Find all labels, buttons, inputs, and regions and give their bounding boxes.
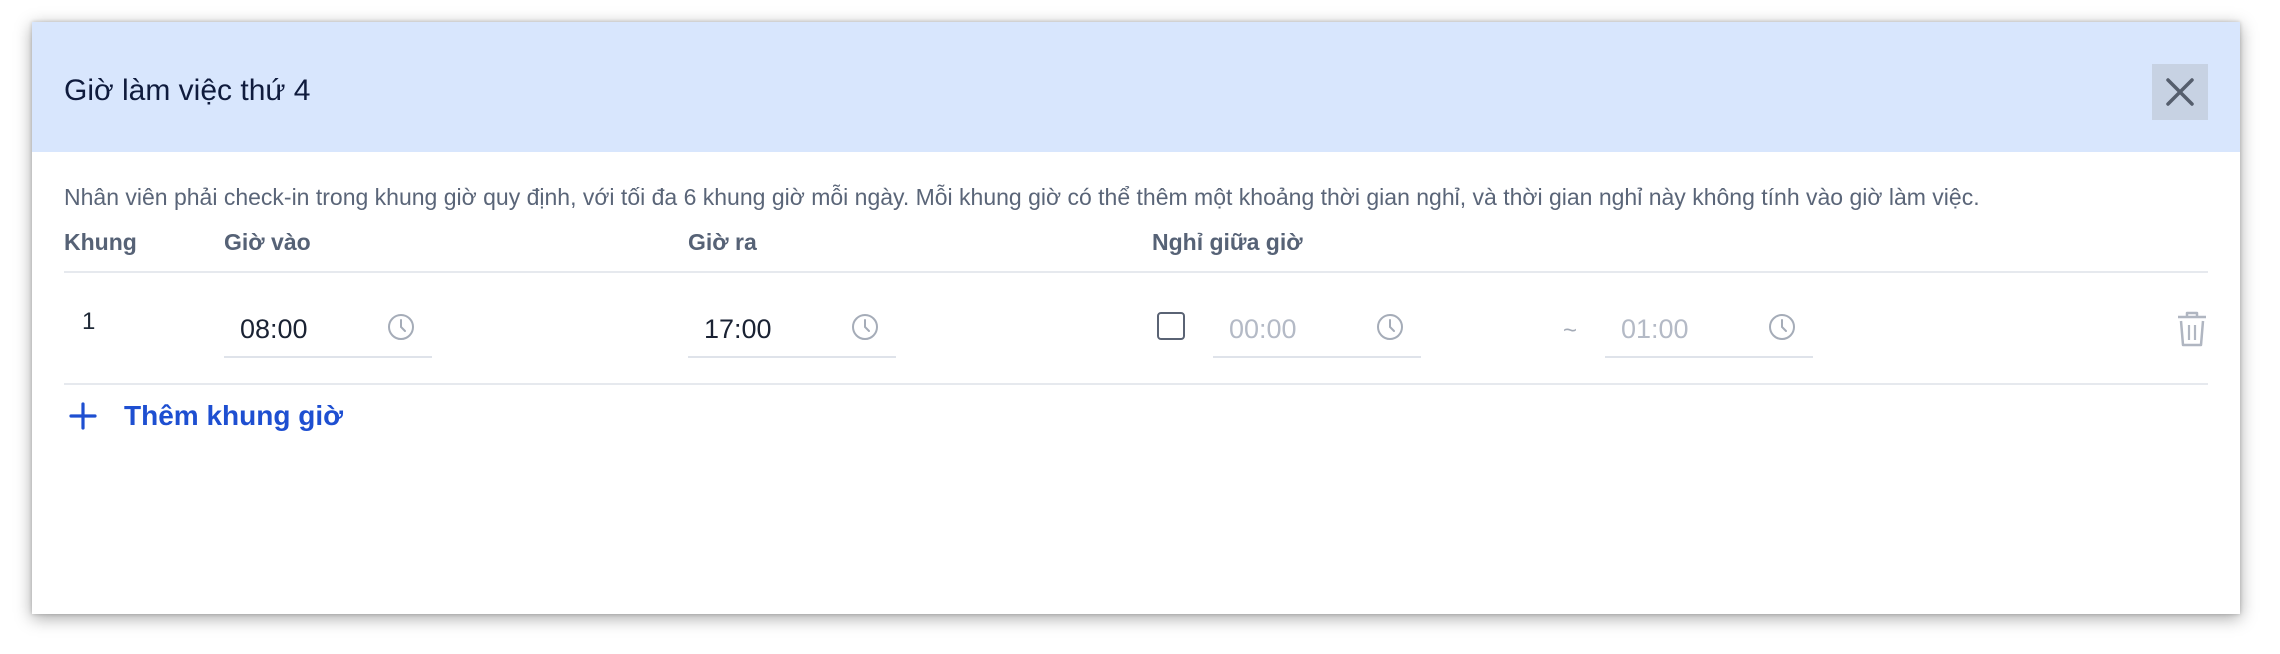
working-hours-dialog: Giờ làm việc thứ 4 Nhân viên phải check-…	[32, 22, 2240, 614]
break-end-time-value: 01:00	[1621, 314, 1689, 344]
break-end-time-picker[interactable]: 01:00	[1605, 310, 1813, 358]
add-frame-label: Thêm khung giờ	[124, 400, 344, 431]
check-in-time-value: 08:00	[240, 314, 308, 344]
header-divider	[64, 271, 2208, 273]
column-header-check-in: Giờ vào	[224, 229, 311, 255]
clock-icon	[1769, 314, 1795, 340]
check-in-time-picker[interactable]: 08:00	[224, 310, 432, 358]
check-out-time-value: 17:00	[704, 314, 772, 344]
break-enabled-checkbox[interactable]	[1157, 312, 1185, 340]
dialog-description: Nhân viên phải check-in trong khung giờ …	[64, 184, 1980, 210]
trash-icon[interactable]	[2172, 310, 2212, 348]
add-frame-button[interactable]: Thêm khung giờ	[68, 400, 343, 432]
column-header-check-out: Giờ ra	[688, 229, 757, 255]
close-button[interactable]	[2152, 64, 2208, 120]
row-index: 1	[82, 308, 96, 335]
dialog-title: Giờ làm việc thứ 4	[64, 74, 311, 107]
dialog-header: Giờ làm việc thứ 4	[32, 22, 2240, 152]
row-divider	[64, 383, 2208, 385]
close-icon	[2166, 78, 2194, 106]
clock-icon	[388, 314, 414, 340]
check-out-time-picker[interactable]: 17:00	[688, 310, 896, 358]
break-start-time-picker[interactable]: 00:00	[1213, 310, 1421, 358]
break-start-time-value: 00:00	[1229, 314, 1297, 344]
column-header-break: Nghỉ giữa giờ	[1152, 229, 1303, 255]
clock-icon	[1377, 314, 1403, 340]
break-range-separator: ~	[1563, 317, 1578, 344]
plus-icon	[69, 402, 97, 430]
column-header-frame: Khung	[64, 229, 137, 255]
clock-icon	[852, 314, 878, 340]
